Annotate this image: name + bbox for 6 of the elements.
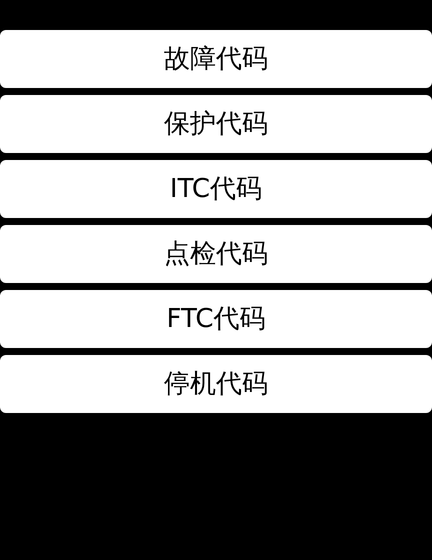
menu-button[interactable]: 保护代码	[0, 95, 432, 153]
menu-button[interactable]: ITC代码	[0, 160, 432, 218]
menu-button[interactable]: 停机代码	[0, 355, 432, 413]
menu-button[interactable]: FTC代码	[0, 290, 432, 348]
menu-button[interactable]: 故障代码	[0, 30, 432, 88]
menu-button[interactable]: 点检代码	[0, 225, 432, 283]
